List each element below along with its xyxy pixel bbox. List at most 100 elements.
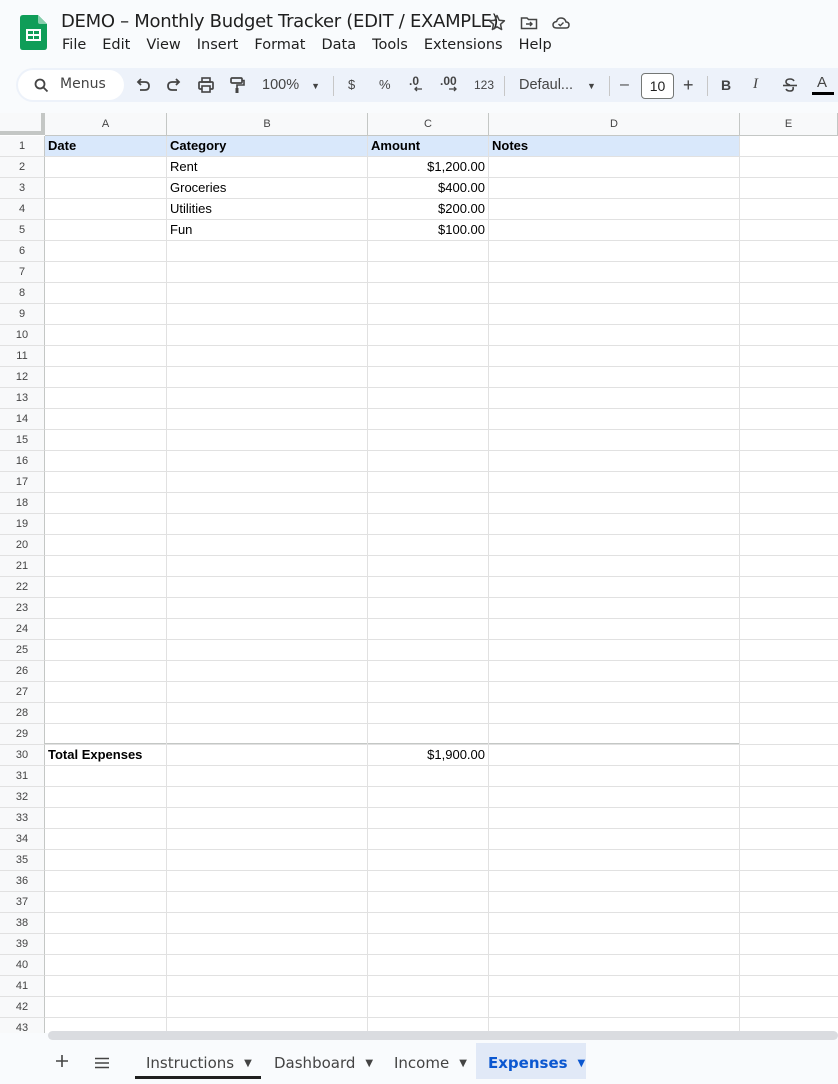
- empty-cell[interactable]: [740, 430, 838, 451]
- empty-cell[interactable]: [368, 241, 489, 262]
- redo-button[interactable]: [166, 76, 182, 94]
- row-header-28[interactable]: 28: [0, 703, 45, 724]
- increase-font-size-button[interactable]: +: [683, 75, 694, 96]
- empty-cell[interactable]: [489, 661, 740, 682]
- empty-cell[interactable]: [45, 913, 167, 934]
- empty-cell[interactable]: [740, 976, 838, 997]
- row-header-38[interactable]: 38: [0, 913, 45, 934]
- row-header-24[interactable]: 24: [0, 619, 45, 640]
- sheet-tab-expenses[interactable]: Expenses ▼: [476, 1043, 586, 1079]
- empty-cell[interactable]: [489, 367, 740, 388]
- empty-cell[interactable]: [45, 976, 167, 997]
- empty-cell[interactable]: [368, 619, 489, 640]
- empty-cell[interactable]: [45, 661, 167, 682]
- decrease-decimal-button[interactable]: .0: [409, 74, 423, 92]
- row-header-31[interactable]: 31: [0, 766, 45, 787]
- empty-cell[interactable]: [489, 955, 740, 976]
- row-header-9[interactable]: 9: [0, 304, 45, 325]
- empty-cell[interactable]: [489, 745, 740, 766]
- empty-cell[interactable]: [167, 493, 368, 514]
- empty-cell[interactable]: [45, 724, 167, 745]
- empty-cell[interactable]: [167, 430, 368, 451]
- empty-cell[interactable]: [167, 262, 368, 283]
- empty-cell[interactable]: [740, 220, 838, 241]
- empty-cell[interactable]: [45, 850, 167, 871]
- menu-view[interactable]: View: [146, 37, 180, 53]
- empty-cell[interactable]: [489, 514, 740, 535]
- empty-cell[interactable]: [489, 703, 740, 724]
- row-header-40[interactable]: 40: [0, 955, 45, 976]
- empty-cell[interactable]: [489, 325, 740, 346]
- empty-cell[interactable]: [45, 682, 167, 703]
- empty-cell[interactable]: [489, 535, 740, 556]
- empty-cell[interactable]: [167, 451, 368, 472]
- add-sheet-button[interactable]: [55, 1054, 69, 1073]
- empty-cell[interactable]: [45, 808, 167, 829]
- row-header-14[interactable]: 14: [0, 409, 45, 430]
- cell-c1[interactable]: Amount: [368, 136, 489, 157]
- empty-cell[interactable]: [740, 346, 838, 367]
- empty-cell[interactable]: [45, 409, 167, 430]
- row-header-19[interactable]: 19: [0, 514, 45, 535]
- italic-button[interactable]: I: [753, 76, 758, 93]
- menu-format[interactable]: Format: [254, 37, 305, 53]
- empty-cell[interactable]: [740, 766, 838, 787]
- empty-cell[interactable]: [489, 451, 740, 472]
- zoom-select[interactable]: 100% ▼: [262, 77, 320, 93]
- empty-cell[interactable]: [167, 913, 368, 934]
- empty-cell[interactable]: [45, 241, 167, 262]
- row-header-43[interactable]: 43: [0, 1018, 45, 1033]
- empty-cell[interactable]: [368, 934, 489, 955]
- empty-cell[interactable]: [740, 325, 838, 346]
- empty-cell[interactable]: [45, 535, 167, 556]
- empty-cell[interactable]: [45, 997, 167, 1018]
- paint-format-button[interactable]: [229, 76, 245, 94]
- empty-cell[interactable]: [45, 178, 167, 199]
- empty-cell[interactable]: [368, 472, 489, 493]
- row-header-26[interactable]: 26: [0, 661, 45, 682]
- empty-cell[interactable]: [489, 892, 740, 913]
- empty-cell[interactable]: [167, 577, 368, 598]
- empty-cell[interactable]: [368, 493, 489, 514]
- empty-cell[interactable]: [45, 577, 167, 598]
- empty-cell[interactable]: [740, 535, 838, 556]
- sheet-tab-dashboard[interactable]: Dashboard ▼: [274, 1043, 373, 1079]
- row-header-41[interactable]: 41: [0, 976, 45, 997]
- empty-cell[interactable]: [489, 577, 740, 598]
- empty-cell[interactable]: [45, 829, 167, 850]
- empty-cell[interactable]: [368, 955, 489, 976]
- empty-cell[interactable]: [368, 850, 489, 871]
- sheets-logo-icon[interactable]: [20, 15, 47, 50]
- empty-cell[interactable]: [45, 220, 167, 241]
- empty-cell[interactable]: [740, 703, 838, 724]
- empty-cell[interactable]: [45, 703, 167, 724]
- empty-cell[interactable]: [740, 682, 838, 703]
- empty-cell[interactable]: [740, 808, 838, 829]
- empty-cell[interactable]: [368, 871, 489, 892]
- empty-cell[interactable]: [489, 262, 740, 283]
- empty-cell[interactable]: [489, 388, 740, 409]
- empty-cell[interactable]: [368, 787, 489, 808]
- font-select[interactable]: Defaul... ▼: [519, 77, 596, 93]
- empty-cell[interactable]: [489, 787, 740, 808]
- empty-cell[interactable]: [740, 493, 838, 514]
- empty-cell[interactable]: [167, 367, 368, 388]
- empty-cell[interactable]: [489, 997, 740, 1018]
- cell-b1[interactable]: Category: [167, 136, 368, 157]
- empty-cell[interactable]: [167, 745, 368, 766]
- empty-cell[interactable]: [368, 997, 489, 1018]
- empty-cell[interactable]: [489, 913, 740, 934]
- empty-cell[interactable]: [740, 136, 838, 157]
- empty-cell[interactable]: [45, 619, 167, 640]
- empty-cell[interactable]: [489, 178, 740, 199]
- empty-cell[interactable]: [740, 178, 838, 199]
- print-button[interactable]: [197, 76, 215, 94]
- empty-cell[interactable]: [740, 997, 838, 1018]
- row-header-8[interactable]: 8: [0, 283, 45, 304]
- empty-cell[interactable]: [489, 829, 740, 850]
- row-header-32[interactable]: 32: [0, 787, 45, 808]
- cell-d1[interactable]: Notes: [489, 136, 740, 157]
- empty-cell[interactable]: [368, 661, 489, 682]
- row-header-22[interactable]: 22: [0, 577, 45, 598]
- empty-cell[interactable]: [489, 430, 740, 451]
